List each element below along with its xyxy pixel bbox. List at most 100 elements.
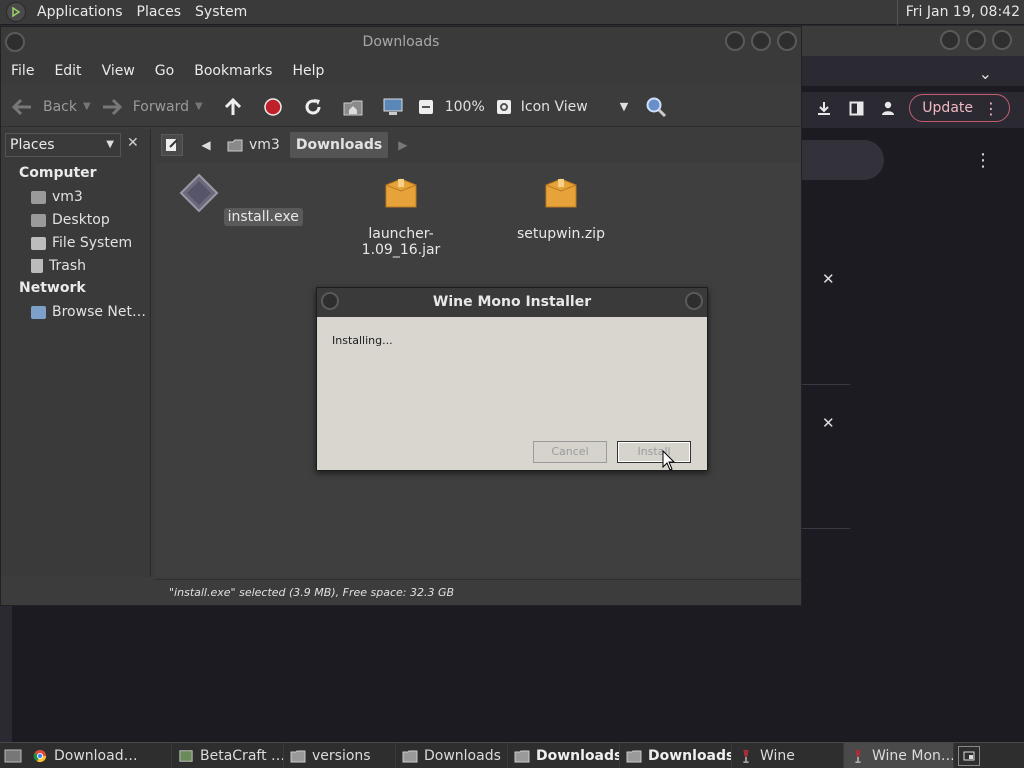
- more-vert-icon[interactable]: ⋮: [974, 150, 992, 171]
- install-button[interactable]: Install: [617, 441, 691, 463]
- path-item-downloads[interactable]: Downloads: [289, 132, 389, 158]
- clock[interactable]: Fri Jan 19, 08:42: [896, 0, 1020, 25]
- app-icon: [179, 749, 193, 762]
- file-name: install.exe: [223, 208, 303, 226]
- back-button[interactable]: Back: [11, 87, 77, 127]
- menu-view[interactable]: View: [92, 63, 145, 79]
- task-item[interactable]: BetaCraft …: [172, 742, 284, 768]
- download-icon[interactable]: [813, 97, 835, 119]
- task-label: Wine: [760, 747, 795, 764]
- computer-button[interactable]: [379, 87, 407, 127]
- home-button[interactable]: [339, 87, 367, 127]
- gnome-foot-icon[interactable]: [6, 2, 26, 22]
- fm-title: Downloads: [362, 34, 440, 50]
- forward-button[interactable]: Forward: [101, 87, 189, 127]
- close-button[interactable]: [992, 30, 1012, 50]
- task-item[interactable]: Wine: [732, 742, 844, 768]
- search-button[interactable]: [642, 87, 670, 127]
- file-item[interactable]: install.exe: [171, 173, 311, 226]
- show-desktop-button[interactable]: [0, 743, 26, 768]
- maximize-button[interactable]: [966, 30, 986, 50]
- task-label: Downloads: [536, 747, 620, 764]
- close-icon[interactable]: ✕: [822, 270, 835, 288]
- forward-history-dropdown[interactable]: ▼: [195, 101, 203, 112]
- places-sidebar: Places ▼ ✕ Computer vm3 Desktop File Sys…: [1, 129, 151, 577]
- home-folder-icon: [343, 100, 363, 115]
- forward-label: Forward: [132, 98, 190, 115]
- task-label: BetaCraft …: [200, 747, 284, 764]
- menu-help[interactable]: Help: [282, 63, 334, 79]
- desktop-icon: [4, 749, 22, 762]
- sidebar-mode-select[interactable]: Places ▼: [5, 133, 121, 157]
- file-item[interactable]: setupwin.zip: [491, 173, 631, 243]
- network-icon: [31, 305, 46, 319]
- sidebar-item-label: File System: [52, 235, 133, 251]
- reload-button[interactable]: [299, 87, 327, 127]
- sidebar-item-filesystem[interactable]: File System: [31, 232, 132, 254]
- task-label: versions: [312, 747, 371, 764]
- home-folder-icon: [31, 190, 46, 204]
- close-button[interactable]: [685, 292, 703, 310]
- update-button[interactable]: Update ⋮: [909, 94, 1010, 122]
- menu-bookmarks[interactable]: Bookmarks: [184, 63, 282, 79]
- edit-location-button[interactable]: [161, 134, 183, 156]
- menu-go[interactable]: Go: [145, 63, 184, 79]
- update-label: Update: [922, 100, 973, 116]
- zoom-out-icon: [418, 99, 433, 114]
- stop-icon: [263, 97, 282, 116]
- edit-icon: [166, 139, 178, 151]
- sidebar-item-label: Desktop: [52, 212, 110, 228]
- cancel-button[interactable]: Cancel: [533, 441, 607, 463]
- profile-icon[interactable]: [877, 97, 899, 119]
- task-item[interactable]: Wine Mon…: [844, 742, 954, 768]
- top-panel: Applications Places System Fri Jan 19, 0…: [0, 0, 1024, 25]
- mouse-cursor-icon: [662, 450, 676, 471]
- stop-button[interactable]: [259, 87, 287, 127]
- task-item[interactable]: versions: [284, 742, 396, 768]
- window-menu-button[interactable]: [321, 292, 339, 310]
- status-bar: "install.exe" selected (3.9 MB), Free sp…: [155, 579, 801, 605]
- task-item[interactable]: Download…: [26, 742, 172, 768]
- task-item[interactable]: Downloads: [508, 742, 620, 768]
- path-item-vm3[interactable]: vm3: [221, 132, 286, 158]
- sidebar-item-trash[interactable]: Trash: [31, 255, 86, 277]
- zoom-level: 100%: [444, 98, 485, 115]
- home-folder-icon: [227, 139, 243, 152]
- maximize-button[interactable]: [751, 31, 771, 51]
- path-scroll-left[interactable]: ◀: [195, 134, 217, 156]
- task-item[interactable]: Downloads: [396, 742, 508, 768]
- close-icon[interactable]: ✕: [822, 414, 835, 432]
- wine-icon: [743, 749, 749, 763]
- menu-places[interactable]: Places: [130, 4, 189, 20]
- zoom-out-button[interactable]: [417, 87, 435, 127]
- sidebar-item-vm3[interactable]: vm3: [31, 186, 83, 208]
- zoom-in-button[interactable]: [495, 87, 513, 127]
- close-button[interactable]: [777, 31, 797, 51]
- up-button[interactable]: [219, 87, 247, 127]
- view-mode-select[interactable]: Icon View ▼: [521, 99, 628, 115]
- menu-file[interactable]: File: [1, 63, 44, 79]
- sidebar-item-browse-network[interactable]: Browse Net…: [31, 301, 146, 323]
- fm-titlebar[interactable]: Downloads: [1, 27, 801, 57]
- file-item[interactable]: launcher-1.09_16.jar: [331, 173, 471, 259]
- window-menu-button[interactable]: [5, 32, 25, 52]
- sidebar-item-desktop[interactable]: Desktop: [31, 209, 110, 231]
- minimize-button[interactable]: [940, 30, 960, 50]
- menu-edit[interactable]: Edit: [44, 63, 91, 79]
- task-item[interactable]: Downloads: [620, 742, 732, 768]
- menu-applications[interactable]: Applications: [30, 4, 130, 20]
- close-sidebar-icon[interactable]: ✕: [127, 135, 139, 151]
- sidebar-icon[interactable]: [845, 97, 867, 119]
- back-arrow-icon: [11, 98, 31, 115]
- back-history-dropdown[interactable]: ▼: [83, 101, 91, 112]
- minimize-button[interactable]: [725, 31, 745, 51]
- workspace-switcher-icon[interactable]: [958, 745, 980, 766]
- chevron-down-icon[interactable]: ⌄: [979, 64, 992, 83]
- dialog-titlebar[interactable]: Wine Mono Installer: [317, 288, 707, 317]
- sidebar-section-network: Network: [19, 280, 86, 296]
- menu-system[interactable]: System: [188, 4, 254, 20]
- exe-icon: [179, 173, 219, 213]
- search-box[interactable]: [792, 140, 884, 180]
- path-scroll-right[interactable]: ▶: [398, 138, 407, 152]
- sidebar-item-label: vm3: [52, 189, 83, 205]
